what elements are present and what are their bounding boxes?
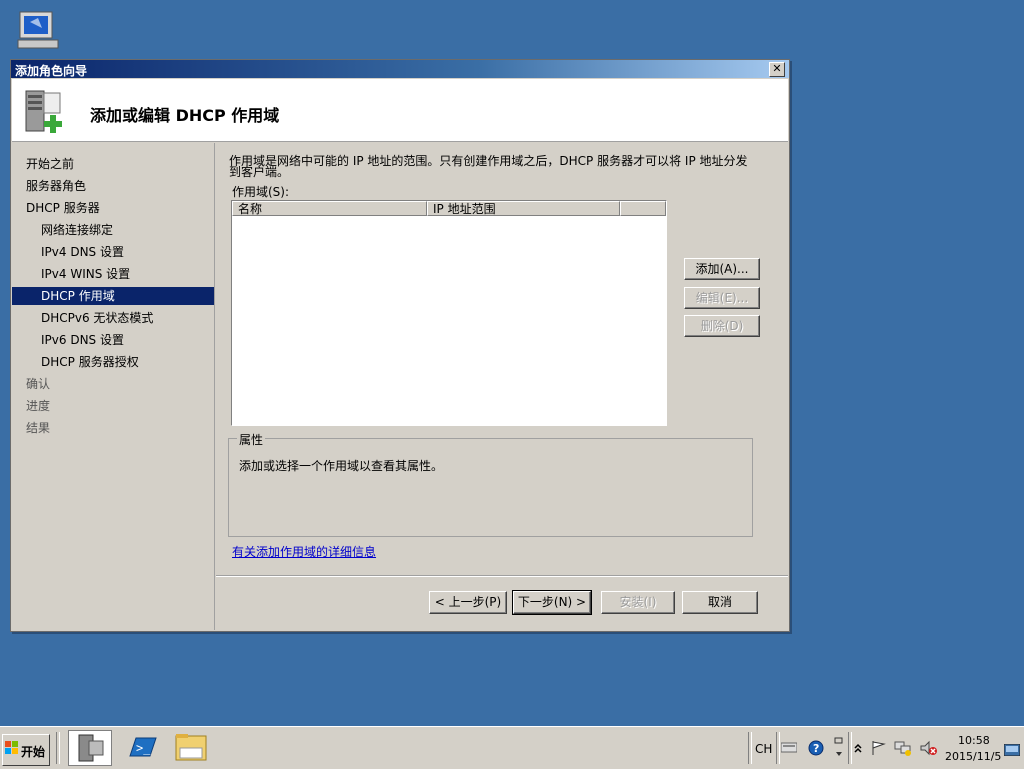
- powershell-icon[interactable]: >_: [120, 730, 162, 764]
- nav-item-network-binding[interactable]: 网络连接绑定: [12, 221, 214, 239]
- nav-item-server-roles[interactable]: 服务器角色: [12, 177, 214, 195]
- explorer-folder-icon[interactable]: [170, 730, 212, 764]
- tray-separator: [848, 732, 852, 764]
- back-button[interactable]: < 上一步(P): [429, 591, 507, 614]
- nav-item-label: DHCP 服务器: [26, 201, 100, 215]
- scopes-label: 作用域(S):: [232, 185, 290, 199]
- wizard-header: 添加或编辑 DHCP 作用域: [12, 79, 788, 142]
- page-title: 添加或编辑 DHCP 作用域: [90, 106, 280, 125]
- taskbar-separator: [56, 732, 60, 764]
- more-info-link[interactable]: 有关添加作用域的详细信息: [232, 543, 376, 560]
- column-header-name[interactable]: 名称: [232, 201, 427, 216]
- close-button[interactable]: ✕: [769, 62, 785, 77]
- svg-text:?: ?: [813, 742, 819, 755]
- tray-separator: [748, 732, 752, 764]
- volume-muted-icon[interactable]: [920, 740, 938, 759]
- properties-group: 属性 添加或选择一个作用域以查看其属性。: [228, 431, 753, 537]
- nav-item-label: 开始之前: [26, 157, 75, 171]
- delete-scope-button[interactable]: 删除(D): [684, 315, 760, 337]
- server-add-icon: [24, 87, 68, 135]
- add-scope-button[interactable]: 添加(A)...: [684, 258, 760, 280]
- nav-item-before-you-begin[interactable]: 开始之前: [12, 155, 214, 173]
- install-button[interactable]: 安装(I): [601, 591, 675, 614]
- nav-item-label: 结果: [26, 421, 51, 435]
- nav-item-label: 进度: [26, 399, 51, 413]
- nav-item-label: DHCPv6 无状态模式: [41, 311, 154, 325]
- taskbar: 开始 >_ CH ? 10:58 2015/11/5: [0, 726, 1024, 769]
- wizard-step-nav: 开始之前 服务器角色 DHCP 服务器 网络连接绑定 IPv4 DNS 设置 I…: [12, 143, 215, 630]
- computer-desktop-icon[interactable]: [14, 10, 64, 54]
- footer-divider: [216, 575, 788, 577]
- column-header-ip-range[interactable]: IP 地址范围: [427, 201, 620, 216]
- start-button[interactable]: 开始: [2, 734, 50, 766]
- svg-text:>_: >_: [136, 741, 151, 755]
- server-manager-task-icon[interactable]: [68, 730, 112, 766]
- nav-item-dhcp-server[interactable]: DHCP 服务器: [12, 199, 214, 217]
- next-button[interactable]: 下一步(N) >: [512, 590, 592, 615]
- nav-item-progress: 进度: [12, 397, 214, 415]
- show-hidden-icons-icon[interactable]: [854, 742, 862, 756]
- scope-description: 作用域是网络中可能的 IP 地址的范围。只有创建作用域之后，DHCP 服务器才可…: [229, 154, 748, 179]
- nav-item-ipv4-dns[interactable]: IPv4 DNS 设置: [12, 243, 214, 261]
- nav-item-dhcp-authorization[interactable]: DHCP 服务器授权: [12, 353, 214, 371]
- cancel-button[interactable]: 取消: [682, 591, 758, 614]
- nav-item-results: 结果: [12, 419, 214, 437]
- language-indicator[interactable]: CH: [755, 742, 772, 756]
- nav-item-dhcp-scopes[interactable]: DHCP 作用域: [12, 287, 214, 305]
- start-label: 开始: [21, 745, 46, 759]
- nav-item-dhcpv6-stateless[interactable]: DHCPv6 无状态模式: [12, 309, 214, 327]
- nav-item-ipv4-wins[interactable]: IPv4 WINS 设置: [12, 265, 214, 283]
- clock-date[interactable]: 2015/11/5: [945, 750, 1001, 763]
- nav-item-label: IPv6 DNS 设置: [41, 333, 124, 347]
- options-icon[interactable]: [834, 736, 844, 761]
- nav-item-label: 确认: [26, 377, 51, 391]
- window-title: 添加角色向导: [15, 64, 88, 78]
- help-icon[interactable]: ?: [808, 740, 824, 759]
- tray-separator: [776, 732, 780, 764]
- clock-time[interactable]: 10:58: [958, 734, 990, 747]
- windows-logo-icon: [5, 741, 19, 758]
- keyboard-icon[interactable]: [780, 740, 798, 757]
- nav-item-label: DHCP 作用域: [41, 289, 115, 303]
- properties-legend: 属性: [237, 431, 266, 448]
- nav-item-label: 网络连接绑定: [41, 223, 114, 237]
- properties-text: 添加或选择一个作用域以查看其属性。: [239, 459, 444, 473]
- title-bar[interactable]: 添加角色向导 ✕: [11, 60, 789, 78]
- add-roles-wizard-window: 添加角色向导 ✕ 添加或编辑 DHCP 作用域 开始之前 服务器角色 DHCP …: [10, 59, 790, 632]
- edit-scope-button[interactable]: 编辑(E)...: [684, 287, 760, 309]
- show-desktop-icon[interactable]: [1003, 743, 1021, 759]
- nav-item-label: IPv4 DNS 设置: [41, 245, 124, 259]
- nav-item-label: IPv4 WINS 设置: [41, 267, 131, 281]
- action-center-flag-icon[interactable]: [870, 740, 886, 759]
- network-icon[interactable]: [894, 740, 912, 759]
- scopes-list[interactable]: 名称 IP 地址范围: [231, 200, 667, 426]
- column-header-filler: [620, 201, 666, 216]
- nav-item-label: 服务器角色: [26, 179, 87, 193]
- system-tray: CH ? 10:58 2015/11/5: [748, 730, 1024, 768]
- nav-item-confirmation: 确认: [12, 375, 214, 393]
- nav-item-ipv6-dns[interactable]: IPv6 DNS 设置: [12, 331, 214, 349]
- nav-item-label: DHCP 服务器授权: [41, 355, 139, 369]
